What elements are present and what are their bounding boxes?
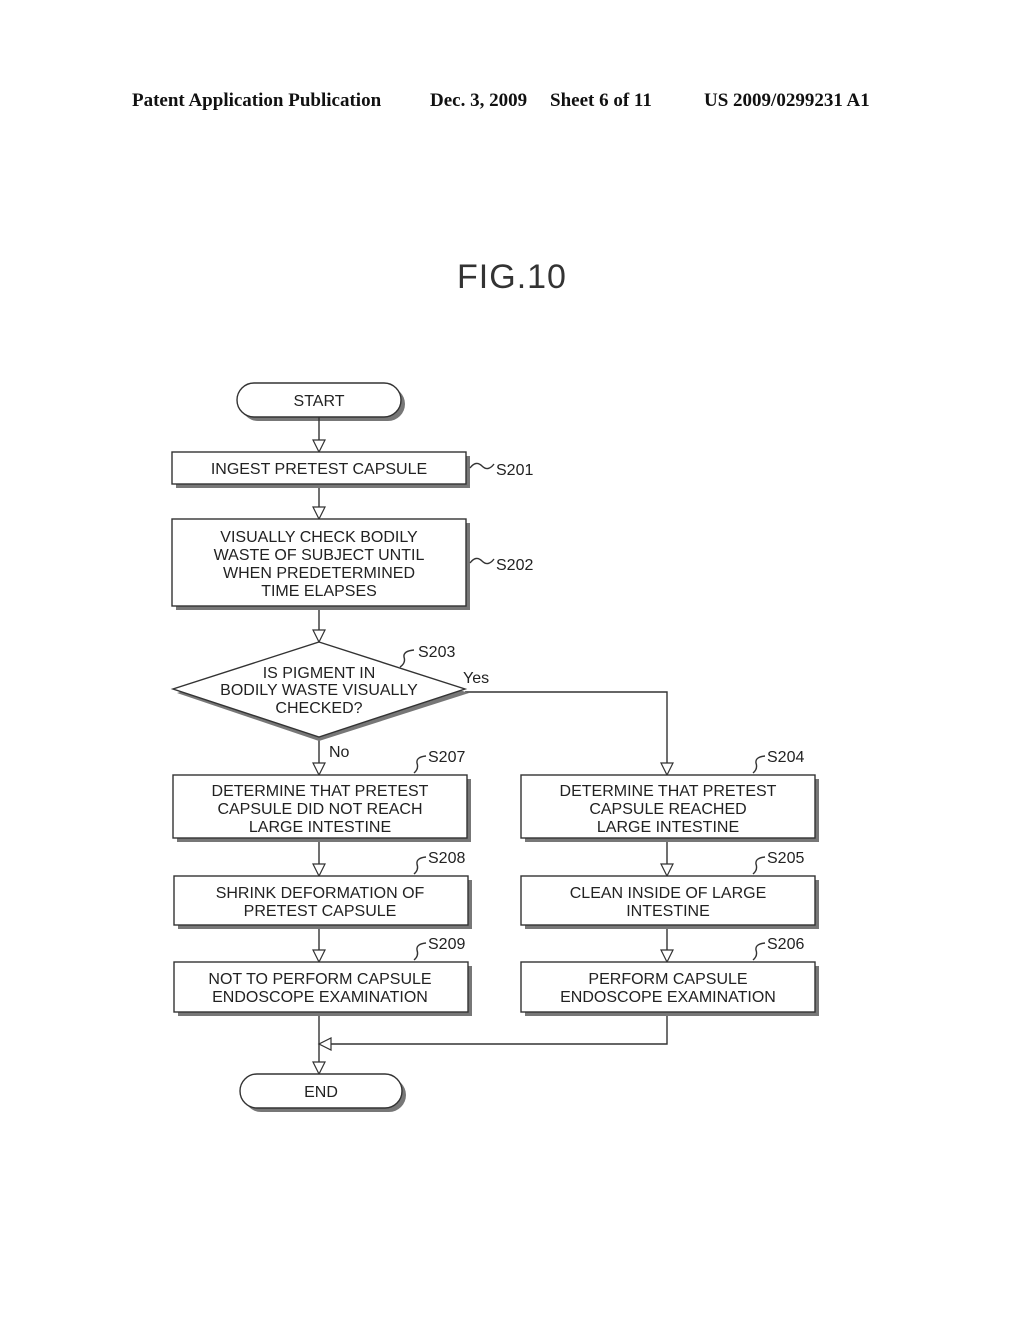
step-id: S202 bbox=[496, 557, 533, 574]
step-id: S209 bbox=[428, 936, 465, 953]
leader-line bbox=[752, 942, 766, 961]
step-text: DETERMINE THAT PRETEST bbox=[212, 783, 429, 800]
step-text: WASTE OF SUBJECT UNTIL bbox=[214, 547, 425, 564]
step-s208: SHRINK DEFORMATION OF PRETEST CAPSULE S2… bbox=[173, 850, 472, 929]
leader-line bbox=[413, 755, 427, 774]
leader-line bbox=[399, 649, 415, 668]
step-text: CLEAN INSIDE OF LARGE bbox=[570, 885, 767, 902]
step-text: INTESTINE bbox=[626, 903, 710, 920]
arrow-head bbox=[660, 949, 674, 964]
step-text: PERFORM CAPSULE bbox=[588, 971, 747, 988]
step-text: VISUALLY CHECK BODILY bbox=[220, 529, 418, 546]
step-text: TIME ELAPSES bbox=[261, 583, 377, 600]
step-s202: VISUALLY CHECK BODILY WASTE OF SUBJECT U… bbox=[171, 518, 533, 610]
decision-text: BODILY WASTE VISUALLY bbox=[220, 682, 418, 699]
arrow-head bbox=[312, 506, 326, 521]
step-id: S204 bbox=[767, 749, 804, 766]
step-text: WHEN PREDETERMINED bbox=[223, 565, 415, 582]
leader-line bbox=[469, 557, 495, 565]
arrow-head bbox=[312, 1061, 326, 1076]
step-s205: CLEAN INSIDE OF LARGE INTESTINE S205 bbox=[520, 850, 819, 929]
no-label: No bbox=[329, 744, 350, 761]
step-text: DETERMINE THAT PRETEST bbox=[560, 783, 777, 800]
step-id: S205 bbox=[767, 850, 804, 867]
connector-s203-s204 bbox=[465, 691, 668, 775]
flowchart: START INGEST PRETEST CAPSULE S201 VISUAL… bbox=[170, 382, 819, 1112]
step-text: SHRINK DEFORMATION OF bbox=[216, 885, 425, 902]
step-s201: INGEST PRETEST CAPSULE S201 bbox=[171, 451, 533, 488]
step-text: LARGE INTESTINE bbox=[597, 819, 739, 836]
leader-line bbox=[469, 462, 495, 470]
step-text: LARGE INTESTINE bbox=[249, 819, 391, 836]
arrow-head bbox=[312, 863, 326, 878]
leader-line bbox=[752, 755, 766, 774]
leader-line bbox=[413, 942, 427, 961]
end-label: END bbox=[304, 1084, 338, 1101]
arrow-head bbox=[312, 762, 326, 777]
decision-s203: IS PIGMENT IN BODILY WASTE VISUALLY CHEC… bbox=[170, 641, 489, 761]
leader-line bbox=[413, 856, 427, 875]
step-id: S201 bbox=[496, 462, 533, 479]
start-terminal: START bbox=[236, 382, 405, 421]
arrow-head bbox=[660, 762, 674, 777]
step-id: S207 bbox=[428, 749, 465, 766]
step-s206: PERFORM CAPSULE ENDOSCOPE EXAMINATION S2… bbox=[520, 936, 819, 1016]
arrow-head bbox=[312, 949, 326, 964]
step-text: ENDOSCOPE EXAMINATION bbox=[560, 989, 776, 1006]
leader-line bbox=[752, 856, 766, 875]
step-text: ENDOSCOPE EXAMINATION bbox=[212, 989, 428, 1006]
connector-s206-merge bbox=[319, 1012, 668, 1045]
arrow-head bbox=[317, 1037, 332, 1051]
yes-label: Yes bbox=[463, 670, 489, 687]
step-id: S208 bbox=[428, 850, 465, 867]
step-text: INGEST PRETEST CAPSULE bbox=[211, 461, 427, 478]
end-terminal: END bbox=[239, 1073, 406, 1112]
step-text: NOT TO PERFORM CAPSULE bbox=[208, 971, 431, 988]
step-text: CAPSULE REACHED bbox=[589, 801, 746, 818]
step-text: CAPSULE DID NOT REACH bbox=[217, 801, 422, 818]
arrow-head bbox=[312, 629, 326, 644]
start-label: START bbox=[294, 393, 345, 410]
step-id: S203 bbox=[418, 644, 455, 661]
arrow-head bbox=[312, 439, 326, 454]
decision-text: IS PIGMENT IN bbox=[263, 665, 376, 682]
step-id: S206 bbox=[767, 936, 804, 953]
step-s209: NOT TO PERFORM CAPSULE ENDOSCOPE EXAMINA… bbox=[173, 936, 472, 1016]
arrow-head bbox=[660, 863, 674, 878]
step-text: PRETEST CAPSULE bbox=[244, 903, 397, 920]
decision-text: CHECKED? bbox=[275, 700, 362, 717]
